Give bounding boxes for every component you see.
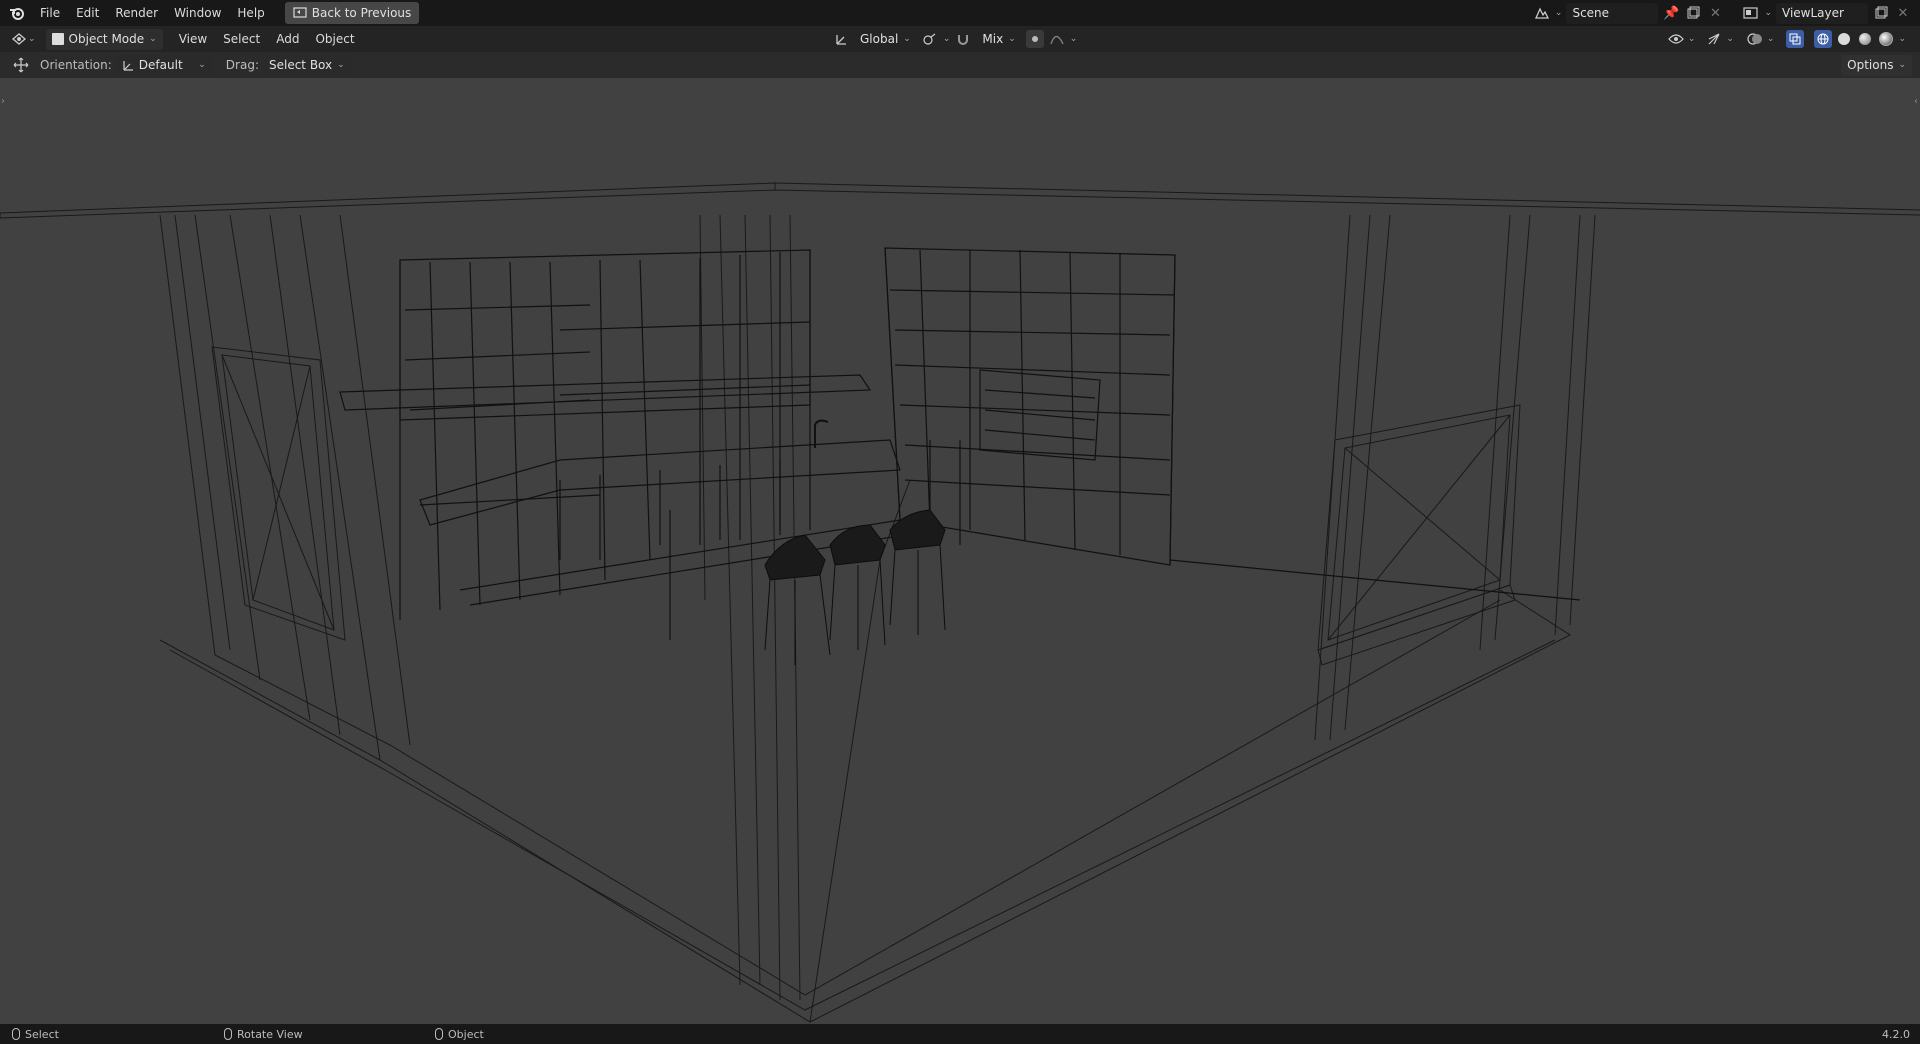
back-to-previous-button[interactable]: Back to Previous: [284, 2, 420, 24]
gizmo-chevron-icon[interactable]: ⌄: [1726, 34, 1734, 44]
status-rotate: Rotate View: [224, 1024, 303, 1044]
status-select: Select: [12, 1024, 59, 1044]
editor-type-icon[interactable]: [10, 30, 28, 48]
editor-type-chevron-icon[interactable]: ⌄: [28, 34, 36, 44]
scene-viewlayer-group: ⌄ Scene 📌 ✕ ⌄ ViewLayer ✕: [1533, 0, 1912, 26]
object-mode-label: Object Mode: [68, 32, 145, 46]
delete-viewlayer-icon[interactable]: ✕: [1894, 4, 1912, 22]
viewport-display-group: ⌄ ⌄ ⌄ ⌄: [1667, 26, 1906, 52]
menu-file[interactable]: File: [32, 3, 68, 23]
blender-logo-icon[interactable]: [8, 4, 26, 22]
3d-viewport[interactable]: › ‹: [0, 78, 1920, 1024]
wireframe-scene: [0, 182, 1920, 1023]
viewport-header: ⌄ Object Mode ⌄ View Select Add Object G…: [0, 26, 1920, 52]
transform-tools-group: Global ⌄ ⌄ Mix ⌄ ⌄: [832, 26, 1077, 52]
viewlayer-icon[interactable]: [1742, 4, 1760, 22]
visibility-chevron-icon[interactable]: ⌄: [1688, 34, 1696, 44]
transform-orientation-value: Global: [860, 32, 899, 46]
status-object-label: Object: [448, 1027, 484, 1041]
falloff-curve-icon[interactable]: [1048, 30, 1066, 48]
mouse-left-icon: [12, 1028, 20, 1040]
snap-mode-value: Mix: [982, 32, 1004, 46]
menu-render[interactable]: Render: [107, 3, 166, 23]
status-rotate-label: Rotate View: [237, 1027, 303, 1041]
transform-orientation-icon: [832, 30, 850, 48]
scene-name-field[interactable]: Scene: [1566, 2, 1659, 24]
menu-edit[interactable]: Edit: [68, 3, 107, 23]
overlays-chevron-icon[interactable]: ⌄: [1767, 34, 1775, 44]
menu-object[interactable]: Object: [307, 29, 362, 49]
rendered-shading-icon[interactable]: [1877, 30, 1895, 48]
drag-label: Drag:: [225, 58, 259, 72]
menu-add[interactable]: Add: [268, 29, 307, 49]
overlays-icon[interactable]: [1746, 30, 1764, 48]
menu-window[interactable]: Window: [166, 3, 229, 23]
drag-value: Select Box: [268, 58, 333, 72]
scene-name: Scene: [1572, 6, 1610, 20]
visibility-eye-icon[interactable]: [1667, 30, 1685, 48]
options-dropdown[interactable]: Options ⌄: [1841, 54, 1912, 76]
status-select-label: Select: [25, 1027, 59, 1041]
orientation-axes-icon: [122, 59, 134, 71]
wireframe-shading-icon[interactable]: [1814, 30, 1833, 48]
transform-orientation-dropdown[interactable]: Global ⌄: [854, 29, 917, 50]
pin-icon[interactable]: 📌: [1662, 4, 1680, 22]
object-mode-dropdown[interactable]: Object Mode ⌄: [45, 28, 163, 50]
snap-magnet-icon[interactable]: [954, 30, 972, 48]
chevron-down-icon: ⌄: [903, 34, 911, 44]
status-bar: Select Rotate View Object 4.2.0: [0, 1024, 1920, 1044]
falloff-chevron-icon[interactable]: ⌄: [1070, 34, 1078, 44]
scene-chevron-down-icon[interactable]: ⌄: [1555, 8, 1563, 18]
tool-settings-bar: Orientation: Default ⌄ Drag: Select Box …: [0, 52, 1920, 78]
menu-help[interactable]: Help: [229, 3, 272, 23]
proportional-editing-icon[interactable]: [1025, 30, 1044, 48]
object-mode-icon: [51, 33, 64, 45]
chevron-down-icon: ⌄: [1898, 60, 1906, 70]
chevron-down-icon: ⌄: [337, 60, 345, 70]
mouse-right-icon: [435, 1028, 443, 1040]
orientation-label: Orientation:: [40, 58, 112, 72]
options-group: Options ⌄: [1841, 52, 1912, 78]
mouse-middle-icon: [224, 1028, 232, 1040]
drag-dropdown[interactable]: Select Box ⌄: [262, 54, 351, 76]
chevron-down-icon: ⌄: [1008, 34, 1016, 44]
scene-icon[interactable]: [1533, 4, 1551, 22]
material-preview-shading-icon[interactable]: [1856, 30, 1874, 48]
top-bar: File Edit Render Window Help Back to Pre…: [0, 0, 1920, 26]
pivot-chevron-icon[interactable]: ⌄: [943, 34, 951, 44]
chevron-down-icon: ⌄: [198, 60, 206, 70]
shading-chevron-icon[interactable]: ⌄: [1898, 34, 1906, 44]
move-tool-icon[interactable]: [12, 56, 30, 74]
orientation-value: Default: [138, 58, 183, 72]
xray-toggle-icon[interactable]: [1786, 30, 1805, 48]
version-text: 4.2.0: [1882, 1027, 1910, 1041]
pivot-point-icon[interactable]: [921, 30, 939, 48]
solid-shading-icon[interactable]: [1835, 30, 1853, 48]
back-screen-icon: [293, 6, 307, 20]
back-to-previous-label: Back to Previous: [311, 6, 412, 20]
viewlayer-chevron-down-icon[interactable]: ⌄: [1764, 8, 1772, 18]
new-viewlayer-icon[interactable]: [1872, 4, 1890, 22]
options-label: Options: [1847, 58, 1894, 72]
delete-scene-icon[interactable]: ✕: [1706, 4, 1724, 22]
gizmo-icon[interactable]: [1705, 30, 1723, 48]
menu-view[interactable]: View: [171, 29, 215, 49]
viewlayer-name-field[interactable]: ViewLayer: [1776, 2, 1868, 24]
orientation-dropdown[interactable]: Default ⌄: [115, 54, 212, 76]
status-object: Object: [435, 1024, 484, 1044]
status-version: 4.2.0: [1882, 1024, 1910, 1044]
chevron-down-icon: ⌄: [149, 34, 157, 44]
viewlayer-name: ViewLayer: [1782, 6, 1844, 20]
new-scene-icon[interactable]: [1684, 4, 1702, 22]
menu-select[interactable]: Select: [215, 29, 268, 49]
snap-mode-dropdown[interactable]: Mix ⌄: [976, 29, 1021, 50]
